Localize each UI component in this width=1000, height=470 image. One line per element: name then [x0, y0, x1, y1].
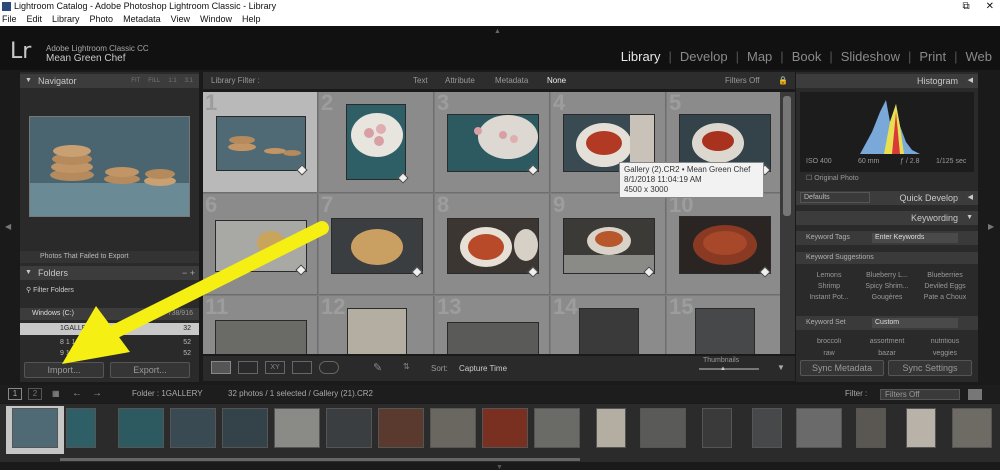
- grid-icon[interactable]: ▦: [52, 385, 60, 403]
- filmstrip-filter-dropdown[interactable]: Filters Off: [880, 389, 960, 400]
- keyword-set-row: Keyword Set Custom: [796, 316, 978, 330]
- screen-1-button[interactable]: 1: [8, 388, 22, 400]
- keyword-tags-label: Keyword Tags: [806, 234, 850, 241]
- suggestion-chip[interactable]: Spicy Shrim...: [858, 283, 916, 290]
- keyword-tags-dropdown[interactable]: Enter Keywords: [872, 233, 958, 243]
- keyword-set-grid: broccoli assortment nutritious raw bazar…: [800, 338, 974, 358]
- filmstrip-thumbnail[interactable]: [170, 408, 216, 448]
- filmstrip-scrollbar[interactable]: [60, 458, 580, 461]
- filmstrip-thumbnail[interactable]: [596, 408, 626, 448]
- survey-view-icon[interactable]: [292, 361, 312, 374]
- filter-lock-icon[interactable]: [968, 389, 982, 400]
- painter-icon[interactable]: ✎: [373, 361, 382, 374]
- histogram-header[interactable]: Histogram ◀: [796, 74, 978, 88]
- exif-iso: ISO 400: [806, 158, 832, 165]
- filmstrip-thumbnail[interactable]: [752, 408, 782, 448]
- back-icon[interactable]: ←: [72, 385, 82, 403]
- slider-handle-icon[interactable]: ▲: [720, 366, 726, 372]
- exif-shutter: 1/125 sec: [936, 158, 967, 165]
- screen-2-button[interactable]: 2: [28, 388, 42, 400]
- filmstrip-thumbnail[interactable]: [482, 408, 528, 448]
- loupe-view-icon[interactable]: [238, 361, 258, 374]
- filmstrip-thumbnail[interactable]: [952, 408, 992, 448]
- compare-view-icon[interactable]: XY: [265, 361, 285, 374]
- tooltip-date: 8/1/2018 11:04:19 AM: [624, 175, 702, 184]
- histogram-title: Histogram: [916, 76, 958, 86]
- suggestion-chip[interactable]: Gougères: [858, 294, 916, 301]
- filmstrip-filter-label: Filter :: [845, 389, 868, 398]
- filmstrip-thumbnail[interactable]: [12, 408, 58, 448]
- filmstrip-thumbnail[interactable]: [118, 408, 164, 448]
- keyword-chip[interactable]: assortment: [858, 338, 916, 346]
- suggestion-chip[interactable]: Shrimp: [800, 283, 858, 290]
- keyword-set-label: Keyword Set: [806, 319, 846, 326]
- quick-develop-title: Quick Develop: [899, 193, 958, 203]
- exif-focal-length: 60 mm: [858, 158, 880, 165]
- original-photo-checkbox[interactable]: ☐ Original Photo: [806, 174, 859, 182]
- sort-label: Sort:: [431, 364, 448, 373]
- thumbnail-size-slider[interactable]: [699, 368, 759, 370]
- filmstrip-thumbnail[interactable]: [274, 408, 320, 448]
- filmstrip-thumbnail[interactable]: [796, 408, 842, 448]
- suggestion-chip[interactable]: Blueberry L...: [858, 272, 916, 279]
- sync-settings-button[interactable]: Sync Settings: [888, 360, 972, 376]
- grid-view-icon[interactable]: [211, 361, 231, 374]
- original-photo-label: Original Photo: [814, 175, 859, 182]
- filmstrip-thumbnail[interactable]: [66, 408, 96, 448]
- keyword-chip[interactable]: bazar: [858, 350, 916, 358]
- library-toolbar: XY ✎ ⇅ Sort: Capture Time Thumbnails ▲ ▼: [203, 356, 795, 381]
- suggestion-chip[interactable]: Pate a Choux: [916, 294, 974, 301]
- sort-direction-icon[interactable]: ⇅: [403, 362, 410, 371]
- collapse-filmstrip-icon[interactable]: ▼: [496, 464, 503, 470]
- keyword-chip[interactable]: nutritious: [916, 338, 974, 346]
- filmstrip-thumbnail[interactable]: [856, 408, 886, 448]
- people-view-icon[interactable]: [319, 361, 339, 374]
- keyword-suggestions-header[interactable]: Keyword Suggestions: [796, 252, 978, 264]
- collapse-triangle-icon: ◀: [967, 194, 973, 201]
- filmstrip-thumbnail[interactable]: [534, 408, 580, 448]
- suggestion-chip[interactable]: Instant Pot...: [800, 294, 858, 301]
- keyword-chip[interactable]: veggies: [916, 350, 974, 358]
- filmstrip-thumbnail[interactable]: [640, 408, 686, 448]
- suggestion-grid: Lemons Blueberry L... Blueberries Shrimp…: [800, 272, 974, 301]
- suggestion-chip[interactable]: Deviled Eggs: [916, 283, 974, 290]
- sync-metadata-button[interactable]: Sync Metadata: [800, 360, 884, 376]
- toolbar-menu-icon[interactable]: ▼: [777, 363, 785, 372]
- histogram: ISO 400 60 mm ƒ / 2.8 1/125 sec: [800, 92, 974, 172]
- histogram-graph: [860, 100, 920, 154]
- photo-count: 32 photos / 1 selected / Gallery (21).CR…: [228, 389, 373, 398]
- suggestion-chip[interactable]: Blueberries: [916, 272, 974, 279]
- filmstrip-thumbnail[interactable]: [702, 408, 732, 448]
- keywording-header[interactable]: Keywording ▼: [796, 211, 978, 225]
- keyword-tags-row: Keyword Tags Enter Keywords: [796, 231, 978, 245]
- collapse-triangle-icon: ◀: [967, 77, 973, 84]
- thumbnails-label: Thumbnails: [703, 357, 740, 364]
- tooltip-dimensions: 4500 x 3000: [624, 185, 669, 194]
- filmstrip-thumbnail[interactable]: [906, 408, 936, 448]
- filmstrip-thumbnail[interactable]: [430, 408, 476, 448]
- tooltip-filename: Gallery (2).CR2 • Mean Green Chef: [624, 165, 751, 174]
- filmstrip-thumbnail[interactable]: [326, 408, 372, 448]
- keywording-title: Keywording: [910, 213, 958, 223]
- preset-dropdown[interactable]: Defaults: [800, 192, 870, 203]
- keyword-set-dropdown[interactable]: Custom: [872, 318, 958, 328]
- sort-dropdown[interactable]: Capture Time: [459, 364, 507, 373]
- keyword-chip[interactable]: raw: [800, 350, 858, 358]
- filmstrip-header: 1 2 ▦ ← → Folder : 1GALLERY 32 photos / …: [0, 385, 1000, 403]
- keyword-chip[interactable]: broccoli: [800, 338, 858, 346]
- exif-aperture: ƒ / 2.8: [900, 158, 920, 165]
- checkbox-icon: ☐: [806, 175, 813, 182]
- filmstrip-thumbnail[interactable]: [222, 408, 268, 448]
- filmstrip-thumbnail[interactable]: [378, 408, 424, 448]
- suggestion-chip[interactable]: Lemons: [800, 272, 858, 279]
- collapse-triangle-icon: ▼: [966, 214, 973, 221]
- keyword-suggestions-title: Keyword Suggestions: [806, 254, 874, 261]
- forward-icon[interactable]: →: [92, 385, 102, 403]
- folder-source[interactable]: Folder : 1GALLERY: [132, 385, 203, 403]
- photo-info-tooltip: Gallery (2).CR2 • Mean Green Chef 8/1/20…: [619, 162, 764, 198]
